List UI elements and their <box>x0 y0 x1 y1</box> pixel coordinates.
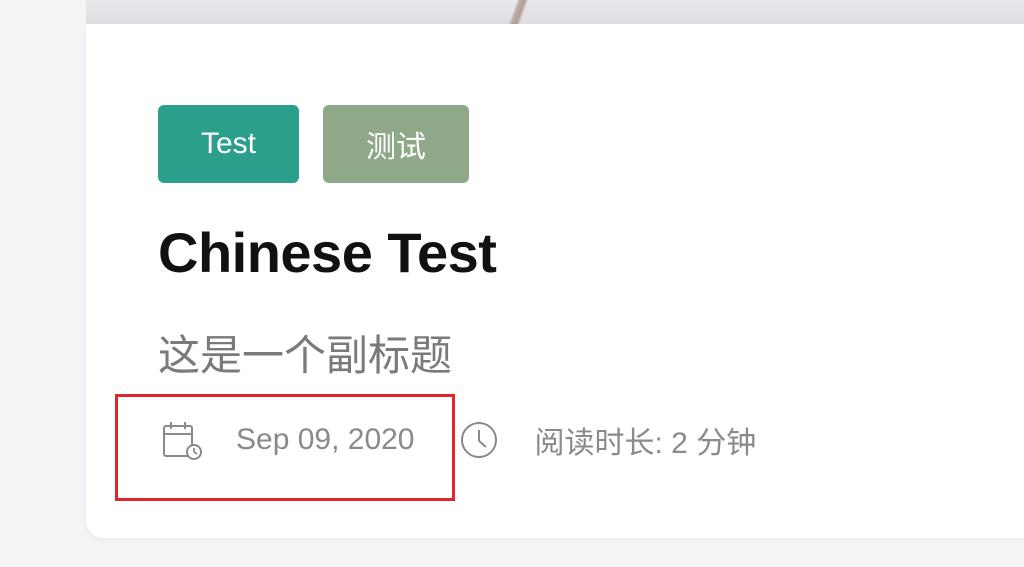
post-meta: Sep 09, 2020 阅读时长: 2 分钟 <box>158 416 756 464</box>
tag-chinese-test[interactable]: 测试 <box>323 105 469 183</box>
tag-test[interactable]: Test <box>158 105 299 183</box>
post-cover-image[interactable] <box>86 0 1024 24</box>
cover-image-detail <box>496 0 540 24</box>
calendar-icon <box>158 416 206 464</box>
read-time: 阅读时长: 2 分钟 <box>534 427 757 460</box>
post-subtitle: 这是一个副标题 <box>158 332 453 379</box>
post-card[interactable]: Test 测试 Chinese Test 这是一个副标题 Sep 09, 202… <box>86 24 1024 538</box>
post-date: Sep 09, 2020 <box>236 423 415 456</box>
tag-list: Test 测试 <box>158 105 469 183</box>
page: Test 测试 Chinese Test 这是一个副标题 Sep 09, 202… <box>0 0 1024 567</box>
post-title[interactable]: Chinese Test <box>158 220 497 285</box>
clock-icon <box>455 416 503 464</box>
